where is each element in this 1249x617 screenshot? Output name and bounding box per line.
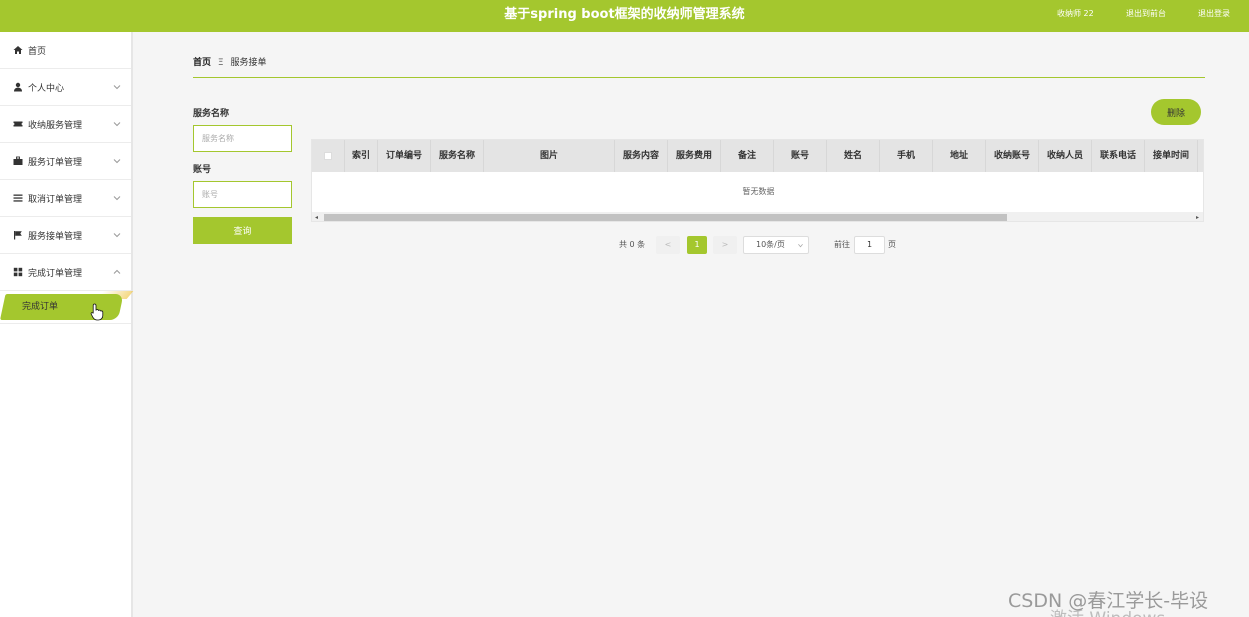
breadcrumb-separator: Ξ [217,58,224,68]
chevron-down-icon [113,233,121,238]
sidebar: 首页 个人中心 收纳服务管理 服务订单管理 取消订单管理 服务接单管理 完成订单… [0,32,134,617]
sidebar-item-storage-service[interactable]: 收纳服务管理 [0,106,131,143]
column-header-service-name[interactable]: 服务名称 [431,140,484,172]
pagination-total: 共 0 条 [619,240,646,249]
goto-label: 前往 [834,240,850,249]
sidebar-item-home[interactable]: 首页 [0,32,131,69]
sidebar-item-label: 完成订单管理 [28,268,83,279]
next-page-button[interactable]: > [713,236,737,254]
account-label: 账号 [193,165,212,175]
column-header-account[interactable]: 账号 [774,140,827,172]
page-number-button[interactable]: 1 [687,236,707,254]
column-header-phone[interactable]: 手机 [880,140,933,172]
query-button[interactable]: 查询 [193,217,292,244]
sidebar-item-label: 收纳服务管理 [28,120,83,131]
column-header-service-fee[interactable]: 服务费用 [668,140,721,172]
sidebar-item-cancel-order[interactable]: 取消订单管理 [0,180,131,217]
hand-cursor-icon [90,303,104,321]
logout-link[interactable]: 退出登录 [1198,0,1230,28]
sidebar-item-complete-order[interactable]: 完成订单管理 [0,254,131,291]
column-header-service-content[interactable]: 服务内容 [615,140,668,172]
column-header-accept-time[interactable]: 接单时间 [1145,140,1198,172]
current-user: 收纳师 22 [1057,9,1094,18]
sidebar-item-label: 服务接单管理 [28,231,83,242]
breadcrumb-home[interactable]: 首页 [193,58,211,68]
goto-page-input[interactable]: 1 [854,236,885,254]
column-header-storage-staff[interactable]: 收纳人员 [1039,140,1092,172]
chevron-down-icon [113,122,121,127]
chevron-down-icon [798,244,803,248]
data-table: 索引 订单编号 服务名称 图片 服务内容 服务费用 备注 账号 姓名 手机 地址… [311,139,1204,222]
column-header-name[interactable]: 姓名 [827,140,880,172]
sidebar-item-service-order[interactable]: 服务订单管理 [0,143,131,180]
sidebar-item-label: 服务订单管理 [28,157,83,168]
back-to-front-link[interactable]: 退出到前台 [1126,0,1166,28]
chevron-down-icon [113,196,121,201]
column-header-order-no[interactable]: 订单编号 [378,140,431,172]
table-header: 索引 订单编号 服务名称 图片 服务内容 服务费用 备注 账号 姓名 手机 地址… [312,140,1203,172]
sidebar-item-label: 取消订单管理 [28,194,83,205]
submenu-complete-order[interactable]: 完成订单 [0,291,134,324]
service-name-label: 服务名称 [193,109,230,119]
chevron-down-icon [113,85,121,90]
prev-page-button[interactable]: < [656,236,680,254]
grid-icon [12,266,24,278]
column-header-address[interactable]: 地址 [933,140,986,172]
column-header-index[interactable]: 索引 [345,140,378,172]
column-header-storage-account[interactable]: 收纳账号 [986,140,1039,172]
home-icon [12,44,24,56]
chevron-down-icon [113,159,121,164]
active-menu-highlight [0,294,124,320]
column-header-remark[interactable]: 备注 [721,140,774,172]
csdn-watermark: CSDN @春江学长-毕设 [1008,590,1209,612]
submenu-item-label: 完成订单 [22,302,59,312]
horizontal-scrollbar[interactable]: ◂ ▸ [312,212,1203,221]
column-header-image[interactable]: 图片 [484,140,615,172]
ticket-icon [12,118,24,130]
scroll-right-icon[interactable]: ▸ [1196,214,1199,221]
delete-button[interactable]: 删除 [1151,99,1201,125]
scroll-left-icon[interactable]: ◂ [315,214,318,221]
page-size-select[interactable]: 10条/页 [743,236,809,254]
breadcrumb-current: 服务接单 [230,58,267,68]
briefcase-icon [12,155,24,167]
sidebar-item-service-accept[interactable]: 服务接单管理 [0,217,131,254]
service-name-input[interactable] [193,125,292,152]
breadcrumb: 首页 Ξ 服务接单 [193,56,1205,78]
empty-table-text: 暂无数据 [742,187,775,196]
top-header: 基于spring boot框架的收纳师管理系统 收纳师 22 退出到前台 退出登… [0,0,1249,32]
select-all-checkbox[interactable] [312,140,345,172]
chevron-up-icon [113,269,121,274]
page-size-value: 10条/页 [756,240,785,249]
page-suffix: 页 [888,240,896,249]
user-icon [12,81,24,93]
account-input[interactable] [193,181,292,208]
sidebar-item-personal-center[interactable]: 个人中心 [0,69,131,106]
column-header-contact-phone[interactable]: 联系电话 [1092,140,1145,172]
sidebar-item-label: 首页 [28,46,47,57]
sidebar-item-label: 个人中心 [28,83,65,94]
scrollbar-thumb[interactable] [324,214,1007,221]
flag-icon [12,229,24,241]
list-icon [12,192,24,204]
